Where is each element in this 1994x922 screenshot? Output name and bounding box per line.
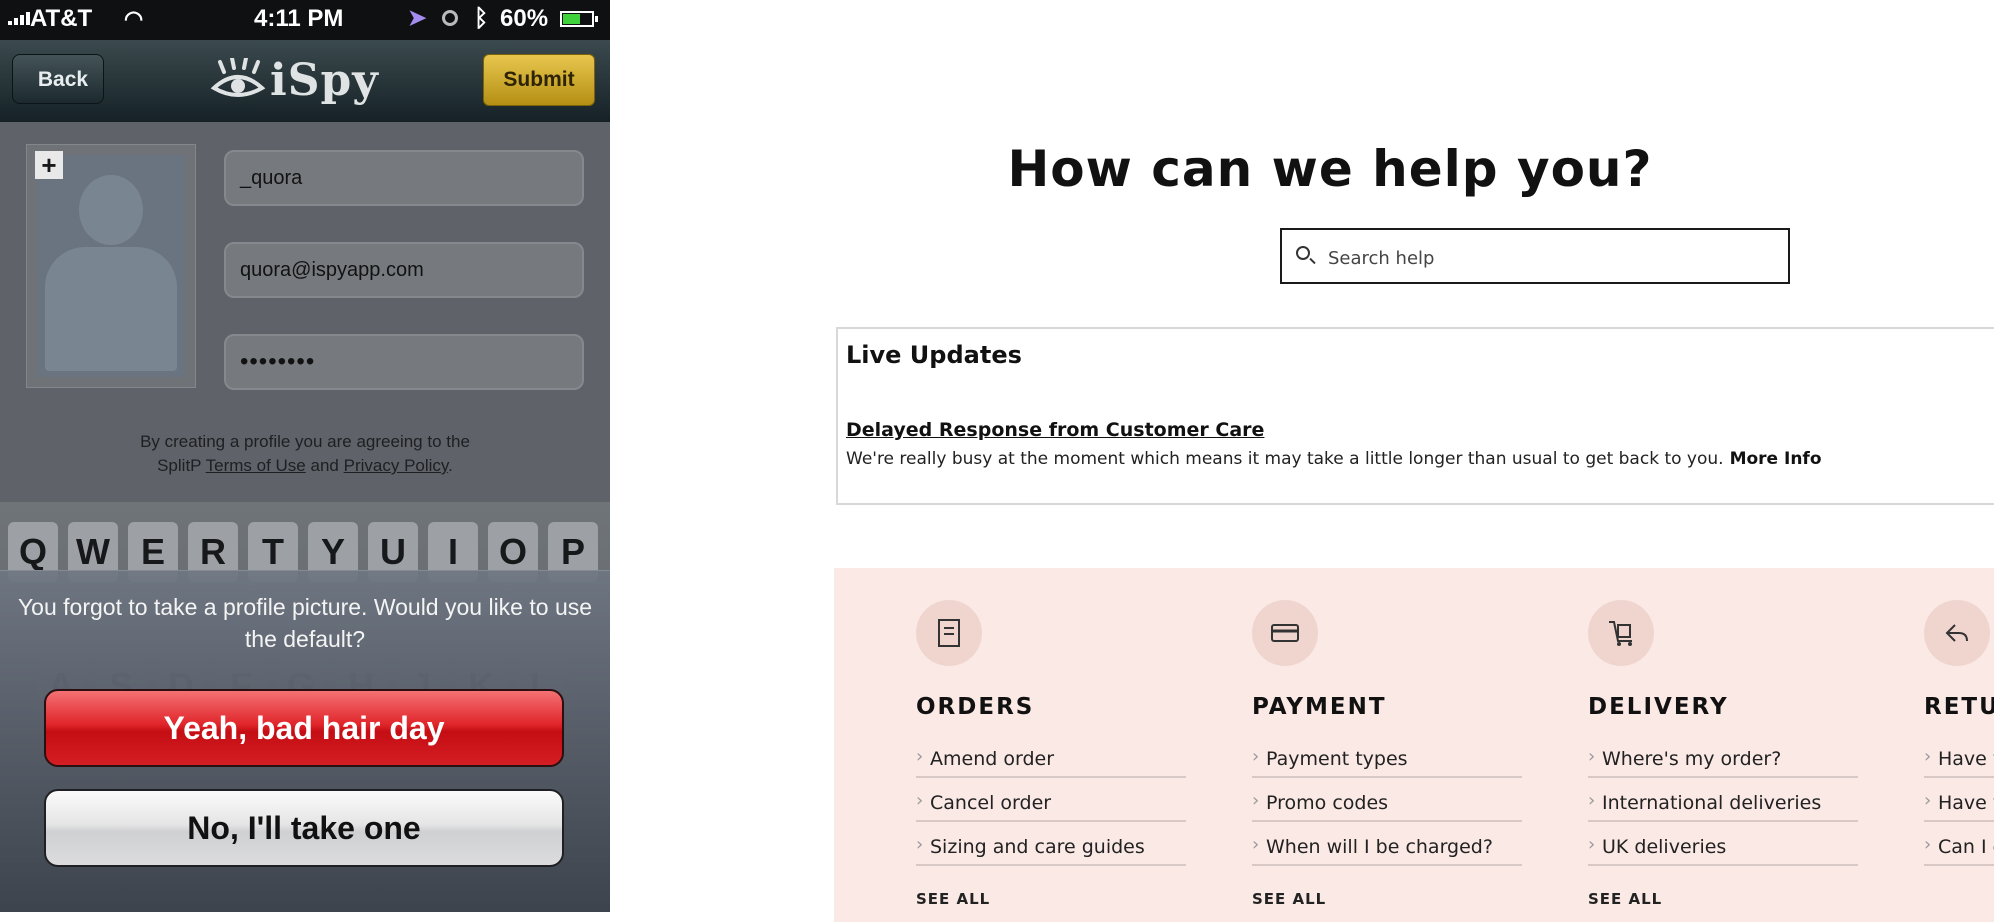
- topic-link-list: Where's my order? International deliveri…: [1588, 734, 1858, 866]
- back-button[interactable]: Back: [12, 54, 104, 104]
- help-topics: ORDERS Amend order Cancel order Sizing a…: [834, 568, 1994, 922]
- see-all-link[interactable]: SEE ALL: [916, 890, 990, 908]
- avatar-head: [79, 175, 143, 245]
- topic-link-list: Amend order Cancel order Sizing and care…: [916, 734, 1186, 866]
- topic-link-list: Have you Have you Internatio Can I ex: [1924, 734, 1994, 866]
- avatar-body: [45, 247, 177, 371]
- email-field[interactable]: quora@ispyapp.com: [224, 242, 584, 298]
- carrier-label: AT&T: [30, 5, 93, 32]
- topic-link[interactable]: Where's my order?: [1588, 734, 1858, 778]
- document-icon: [916, 600, 982, 666]
- profile-picture-placeholder[interactable]: +: [26, 144, 196, 388]
- phone-screen: AT&T ◠ 4:11 PM ➤ ᛒ 60% Back iSpy Submit …: [0, 0, 610, 912]
- privacy-policy-link[interactable]: Privacy Policy: [344, 456, 449, 475]
- topic-link[interactable]: Promo codes: [1252, 778, 1522, 822]
- topic-heading: PAYMENT: [1252, 694, 1387, 720]
- terms-brand: SplitP: [157, 456, 202, 475]
- terms-and: and: [310, 456, 339, 475]
- search-icon: [1296, 246, 1310, 260]
- submit-button[interactable]: Submit: [483, 54, 595, 106]
- eye-logo-icon: [210, 58, 266, 97]
- signal-icon: [8, 12, 30, 25]
- live-update-text: We're really busy at the moment which me…: [846, 449, 1822, 469]
- topic-link[interactable]: Have you Internatio: [1924, 778, 1994, 822]
- topic-link[interactable]: Have you: [1924, 734, 1994, 778]
- see-all-link[interactable]: SEE ALL: [1252, 890, 1326, 908]
- topic-link[interactable]: Amend order: [916, 734, 1186, 778]
- status-bar: AT&T ◠ 4:11 PM ➤ ᛒ 60%: [0, 0, 610, 40]
- nav-bar: Back iSpy Submit: [0, 40, 610, 123]
- more-info-link[interactable]: More Info: [1730, 449, 1822, 469]
- rotation-lock-icon: [442, 10, 458, 26]
- battery-percent: 60%: [500, 5, 549, 32]
- location-icon: ➤: [408, 5, 427, 30]
- topic-link[interactable]: UK deliveries: [1588, 822, 1858, 866]
- topic-heading: RETURN: [1924, 694, 1994, 720]
- wifi-icon: ◠: [124, 6, 144, 31]
- logo-text: iSpy: [270, 54, 379, 106]
- topic-heading: ORDERS: [916, 694, 1035, 720]
- clock: 4:11 PM: [254, 5, 344, 32]
- topic-link[interactable]: Can I ex: [1924, 822, 1994, 866]
- add-photo-button[interactable]: +: [35, 151, 63, 179]
- default-avatar: [37, 155, 185, 377]
- bluetooth-icon: ᛒ: [474, 5, 489, 32]
- profile-form: + _quora quora@ispyapp.com •••••••• By c…: [0, 122, 610, 502]
- topic-link[interactable]: Cancel order: [916, 778, 1186, 822]
- live-update-link[interactable]: Delayed Response from Customer Care: [846, 419, 1264, 441]
- live-updates-title: Live Updates: [846, 341, 1022, 369]
- live-updates-panel: Live Updates Delayed Response from Custo…: [836, 327, 1994, 505]
- terms-period: .: [448, 456, 453, 475]
- topic-link[interactable]: Payment types: [1252, 734, 1522, 778]
- username-field[interactable]: _quora: [224, 150, 584, 206]
- page-title: How can we help you?: [1007, 140, 1653, 198]
- terms-of-use-link[interactable]: Terms of Use: [206, 456, 306, 475]
- live-update-body: We're really busy at the moment which me…: [846, 449, 1724, 469]
- see-all-link[interactable]: SEE ALL: [1588, 890, 1662, 908]
- trolley-icon: [1588, 600, 1654, 666]
- topic-link[interactable]: Sizing and care guides: [916, 822, 1186, 866]
- terms-text: By creating a profile you are agreeing t…: [140, 432, 470, 451]
- take-photo-button[interactable]: No, I'll take one: [44, 789, 564, 867]
- alert-message: You forgot to take a profile picture. Wo…: [17, 594, 593, 652]
- topic-link[interactable]: International deliveries: [1588, 778, 1858, 822]
- topic-link[interactable]: When will I be charged?: [1252, 822, 1522, 866]
- search-input[interactable]: [1326, 240, 1770, 276]
- app-logo: iSpy: [210, 52, 379, 108]
- card-icon: [1252, 600, 1318, 666]
- battery-icon: [560, 11, 598, 27]
- help-center: How can we help you? Live Updates Delaye…: [820, 0, 1994, 922]
- topic-link-list: Payment types Promo codes When will I be…: [1252, 734, 1522, 866]
- alert-sheet: You forgot to take a profile picture. Wo…: [0, 570, 610, 912]
- topic-heading: DELIVERY: [1588, 694, 1729, 720]
- search-box[interactable]: [1280, 228, 1790, 284]
- use-default-button[interactable]: Yeah, bad hair day: [44, 689, 564, 767]
- password-field[interactable]: ••••••••: [224, 334, 584, 390]
- terms-notice: By creating a profile you are agreeing t…: [0, 430, 610, 478]
- return-arrow-icon: [1924, 600, 1990, 666]
